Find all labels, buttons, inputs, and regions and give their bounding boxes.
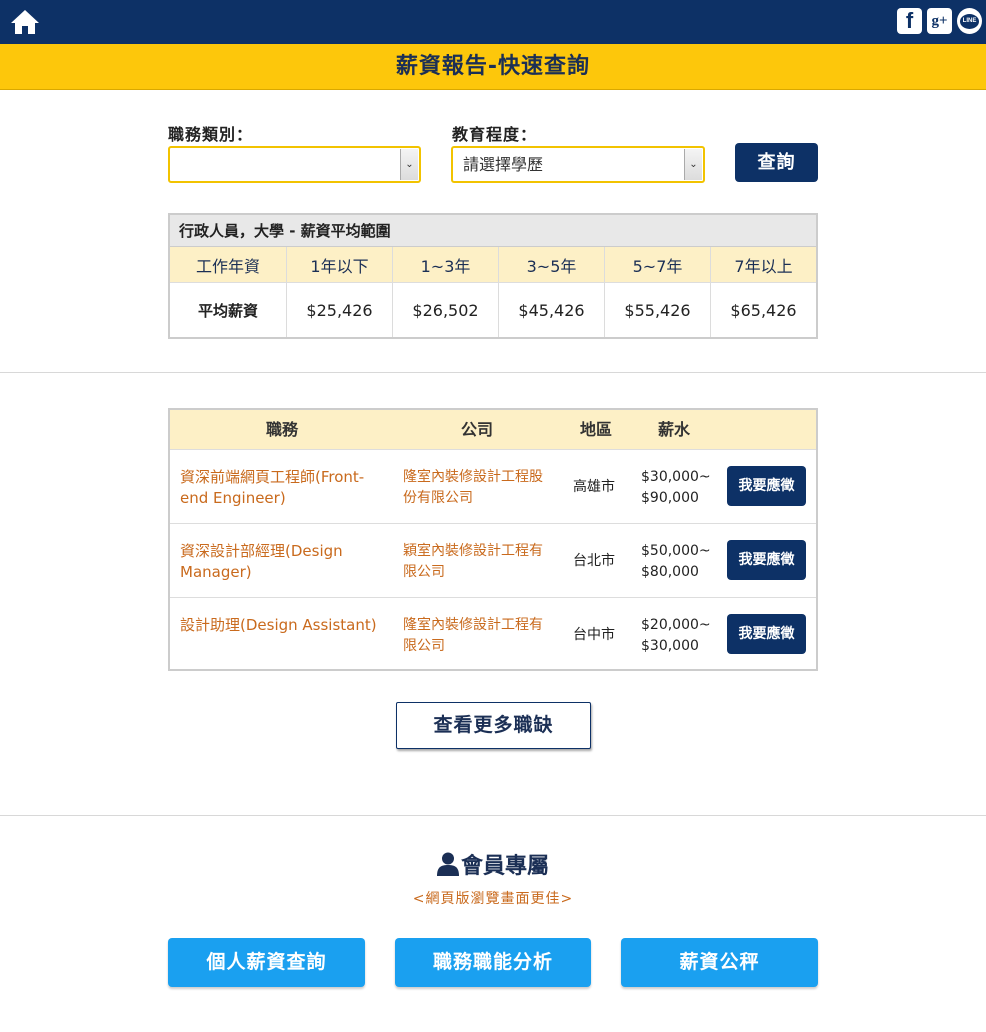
salary-value: $25,426 <box>286 283 392 337</box>
column-header: 工作年資 <box>195 256 260 276</box>
education-select-value: 請選擇學歷 <box>463 155 544 174</box>
job-area: 台中市 <box>573 627 615 643</box>
company-link[interactable]: 隆室內裝修設計工程有限公司 <box>403 615 553 657</box>
job-salary: $30,000~ $90,000 <box>641 467 711 509</box>
salary-max: $90,000 <box>641 490 699 506</box>
top-bar: f g+ LINE <box>0 0 986 44</box>
job-title-link[interactable]: 資深前端網頁工程師(Front-end Engineer) <box>180 467 380 507</box>
divider <box>0 372 986 373</box>
jobs-header-row: 職務 公司 地區 薪水 <box>170 410 816 450</box>
home-icon[interactable] <box>10 8 40 36</box>
column-header: 職務 <box>266 420 299 439</box>
job-area: 台北市 <box>573 553 615 569</box>
job-title-link[interactable]: 資深設計部經理(Design Manager) <box>180 541 380 581</box>
column-header: 1年以下 <box>286 247 392 282</box>
job-skill-analysis-button[interactable]: 職務職能分析 <box>395 938 591 987</box>
company-link[interactable]: 隆室內裝修設計工程股份有限公司 <box>403 467 553 509</box>
salary-value: $55,426 <box>604 283 710 337</box>
row-label: 平均薪資 <box>197 301 258 320</box>
member-section: 會員專屬 <網頁版瀏覽畫面更佳> <box>0 848 986 908</box>
apply-button[interactable]: 我要應徵 <box>727 614 806 654</box>
salary-range-caption: 行政人員，大學 - 薪資平均範圍 <box>170 215 816 247</box>
table-row: 資深前端網頁工程師(Front-end Engineer) 隆室內裝修設計工程股… <box>170 450 816 524</box>
table-row: 資深設計部經理(Design Manager) 穎室內裝修設計工程有限公司 台北… <box>170 524 816 598</box>
salary-range-table: 行政人員，大學 - 薪資平均範圍 工作年資 1年以下 1~3年 3~5年 5~7… <box>168 213 818 339</box>
category-label: 職務類別： <box>168 125 254 144</box>
user-icon <box>436 852 459 876</box>
google-plus-icon[interactable]: g+ <box>927 8 952 34</box>
salary-min: $20,000~ <box>641 617 711 633</box>
column-header: 公司 <box>461 420 494 439</box>
salary-value: $45,426 <box>498 283 604 337</box>
salary-min: $50,000~ <box>641 543 711 559</box>
job-area: 高雄市 <box>573 479 615 495</box>
facebook-icon[interactable]: f <box>897 8 922 34</box>
line-icon[interactable]: LINE <box>957 8 982 34</box>
title-bar: 薪資報告-快速查詢 <box>0 44 986 90</box>
jobs-table: 職務 公司 地區 薪水 資深前端網頁工程師(Front-end Engineer… <box>168 408 818 671</box>
member-title: 會員專屬 <box>436 848 549 880</box>
apply-button[interactable]: 我要應徵 <box>727 466 806 506</box>
column-header: 1~3年 <box>392 247 498 282</box>
chevron-down-icon: ⌄ <box>400 149 418 180</box>
column-header: 5~7年 <box>604 247 710 282</box>
salary-range-header-row: 工作年資 1年以下 1~3年 3~5年 5~7年 7年以上 <box>170 247 816 282</box>
page-title: 薪資報告-快速查詢 <box>395 54 591 79</box>
salary-value: $65,426 <box>710 283 816 337</box>
company-link[interactable]: 穎室內裝修設計工程有限公司 <box>403 541 553 583</box>
salary-max: $80,000 <box>641 564 699 580</box>
column-header: 7年以上 <box>710 247 816 282</box>
salary-range-row: 平均薪資 $25,426 $26,502 $45,426 $55,426 $65… <box>170 282 816 337</box>
salary-max: $30,000 <box>641 638 699 654</box>
salary-min: $30,000~ <box>641 469 711 485</box>
member-title-text: 會員專屬 <box>460 854 549 879</box>
divider <box>0 815 986 816</box>
salary-value: $26,502 <box>392 283 498 337</box>
job-salary: $50,000~ $80,000 <box>641 541 711 583</box>
member-subtitle: <網頁版瀏覽畫面更佳> <box>412 891 574 907</box>
query-button[interactable]: 查詢 <box>735 143 818 182</box>
apply-button[interactable]: 我要應徵 <box>727 540 806 580</box>
table-row: 設計助理(Design Assistant) 隆室內裝修設計工程有限公司 台中市… <box>170 598 816 672</box>
category-select[interactable]: ⌄ <box>168 146 421 183</box>
education-select[interactable]: 請選擇學歷 ⌄ <box>451 146 705 183</box>
personal-salary-query-button[interactable]: 個人薪資查詢 <box>168 938 365 987</box>
job-salary: $20,000~ $30,000 <box>641 615 711 657</box>
column-header: 地區 <box>580 420 613 439</box>
more-jobs-button[interactable]: 查看更多職缺 <box>396 702 591 749</box>
column-header: 3~5年 <box>498 247 604 282</box>
column-header: 薪水 <box>658 420 691 439</box>
social-links: f g+ LINE <box>897 8 982 34</box>
job-title-link[interactable]: 設計助理(Design Assistant) <box>180 615 380 655</box>
chevron-down-icon: ⌄ <box>684 149 702 180</box>
education-label: 教育程度： <box>452 125 538 144</box>
salary-scale-button[interactable]: 薪資公秤 <box>621 938 818 987</box>
